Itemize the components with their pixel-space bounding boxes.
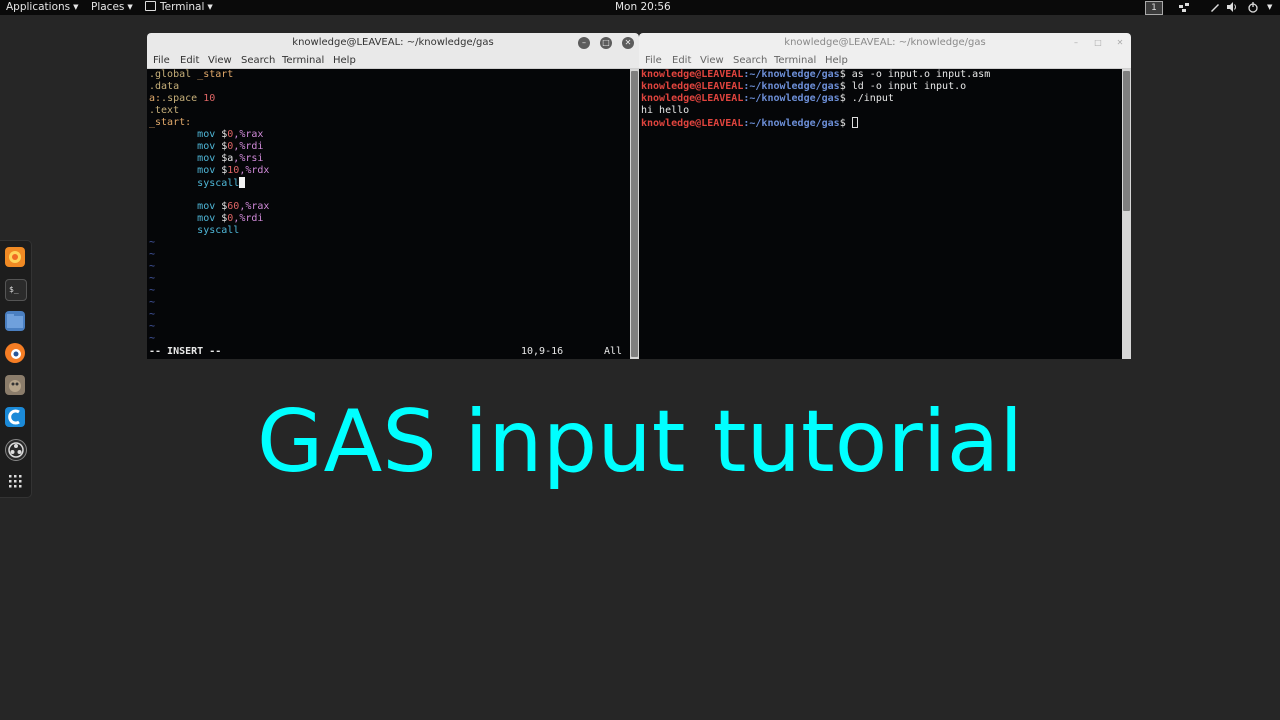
menu-terminal[interactable]: Terminal: [774, 53, 816, 68]
empty-line-marker: ~: [149, 285, 156, 296]
minimize-icon[interactable]: –: [1070, 37, 1082, 49]
empty-line-marker: ~: [149, 333, 156, 344]
minimize-icon[interactable]: –: [578, 37, 590, 49]
network-icon[interactable]: [1178, 1, 1190, 13]
code-line: .text: [149, 105, 180, 116]
caret-down-icon: ▼: [207, 3, 213, 11]
scrollbar[interactable]: [630, 69, 639, 359]
empty-line-marker: ~: [149, 249, 156, 260]
terminal-window-shell[interactable]: knowledge@LEAVEAL: ~/knowledge/gas – □ ✕…: [639, 33, 1131, 359]
empty-line-marker: ~: [149, 309, 156, 320]
top-bar: Applications ▼ Places ▼ Terminal ▼ Mon 20:5…: [0, 0, 1280, 15]
menu-file[interactable]: File: [153, 53, 170, 68]
shell-line: knowledge@LEAVEAL:~/knowledge/gas$ ld -o…: [641, 81, 967, 92]
code-line: syscall: [149, 177, 246, 189]
code-line: mov $0,%rdi: [197, 141, 264, 152]
shell-line: knowledge@LEAVEAL:~/knowledge/gas$ as -o…: [641, 69, 991, 80]
menu-view[interactable]: View: [208, 53, 232, 68]
code-line: mov $0,%rdi: [197, 213, 264, 224]
menu-help[interactable]: Help: [825, 53, 848, 68]
close-icon[interactable]: ✕: [1114, 37, 1126, 49]
menu-search[interactable]: Search: [733, 53, 767, 68]
shell-line: knowledge@LEAVEAL:~/knowledge/gas$ ./inp…: [641, 93, 894, 104]
code-line: mov $60,%rax: [197, 201, 270, 212]
video-title: GAS input tutorial: [256, 392, 1024, 492]
window-titlebar[interactable]: knowledge@LEAVEAL: ~/knowledge/gas: [639, 33, 1131, 53]
menu-help[interactable]: Help: [333, 53, 356, 68]
code-line: .data: [149, 81, 180, 92]
scroll-thumb[interactable]: [1123, 71, 1130, 211]
menu-file[interactable]: File: [645, 53, 662, 68]
scroll-thumb[interactable]: [631, 71, 638, 357]
terminal-window-editor[interactable]: knowledge@LEAVEAL: ~/knowledge/gas – □ ✕…: [147, 33, 639, 359]
code-line: mov $a,%rsi: [197, 153, 264, 164]
editor-content[interactable]: .global _start .data a:.space 10 .text _…: [147, 69, 629, 359]
maximize-icon[interactable]: □: [1092, 37, 1104, 49]
terminal-app-label: Terminal: [160, 1, 205, 13]
menu-terminal[interactable]: Terminal: [282, 53, 324, 68]
empty-line-marker: ~: [149, 261, 156, 272]
program-output: hi hello: [641, 105, 690, 116]
blender-icon[interactable]: [5, 343, 25, 363]
caret-down-icon[interactable]: ▼: [1267, 0, 1272, 15]
maximize-icon[interactable]: □: [600, 37, 612, 49]
svg-text:$_: $_: [9, 285, 19, 294]
places-menu[interactable]: Places ▼: [91, 0, 133, 15]
scrollbar[interactable]: [1122, 69, 1131, 359]
empty-line-marker: ~: [149, 297, 156, 308]
empty-line-marker: ~: [149, 237, 156, 248]
terminal-icon[interactable]: $_: [5, 279, 27, 301]
shell-line: knowledge@LEAVEAL:~/knowledge/gas$: [641, 117, 858, 129]
menu-view[interactable]: View: [700, 53, 724, 68]
code-line: a:.space 10: [149, 93, 216, 104]
window-title: knowledge@LEAVEAL: ~/knowledge/gas: [292, 37, 494, 48]
clock[interactable]: Mon 20:56: [615, 0, 671, 15]
menu-search[interactable]: Search: [241, 53, 275, 68]
firefox-icon[interactable]: [5, 247, 25, 267]
pen-icon[interactable]: [1209, 1, 1221, 13]
window-title: knowledge@LEAVEAL: ~/knowledge/gas: [784, 37, 986, 48]
terminal-app-menu[interactable]: Terminal ▼: [145, 0, 213, 15]
caret-down-icon: ▼: [127, 3, 133, 11]
terminal-icon: [145, 1, 156, 11]
code-line: syscall: [197, 225, 240, 236]
volume-icon[interactable]: [1226, 1, 1238, 13]
vim-mode-indicator: -- INSERT --: [149, 346, 222, 357]
text-cursor: [239, 177, 246, 188]
places-label: Places: [91, 1, 125, 13]
code-line: .global _start: [149, 69, 234, 80]
caret-down-icon: ▼: [73, 3, 79, 11]
menu-bar: File Edit View Search Terminal Help: [639, 53, 1131, 69]
workspace-indicator[interactable]: 1: [1145, 1, 1163, 15]
applications-label: Applications: [6, 1, 71, 13]
window-titlebar[interactable]: knowledge@LEAVEAL: ~/knowledge/gas: [147, 33, 639, 53]
cursor-position: 10,9-16: [521, 346, 564, 357]
menu-edit[interactable]: Edit: [180, 53, 199, 68]
applications-menu[interactable]: Applications ▼: [6, 0, 79, 15]
empty-line-marker: ~: [149, 321, 156, 332]
close-icon[interactable]: ✕: [622, 37, 634, 49]
code-line: mov $10,%rdx: [197, 165, 270, 176]
scroll-position: All: [604, 346, 623, 357]
text-cursor: [851, 117, 858, 128]
menu-bar: File Edit View Search Terminal Help: [147, 53, 639, 69]
files-icon[interactable]: [5, 311, 25, 331]
code-line: mov $0,%rax: [197, 129, 264, 140]
shell-content[interactable]: knowledge@LEAVEAL:~/knowledge/gas$ as -o…: [639, 69, 1121, 359]
code-line: _start:: [149, 117, 192, 128]
menu-edit[interactable]: Edit: [672, 53, 691, 68]
power-icon[interactable]: [1247, 1, 1259, 13]
empty-line-marker: ~: [149, 273, 156, 284]
